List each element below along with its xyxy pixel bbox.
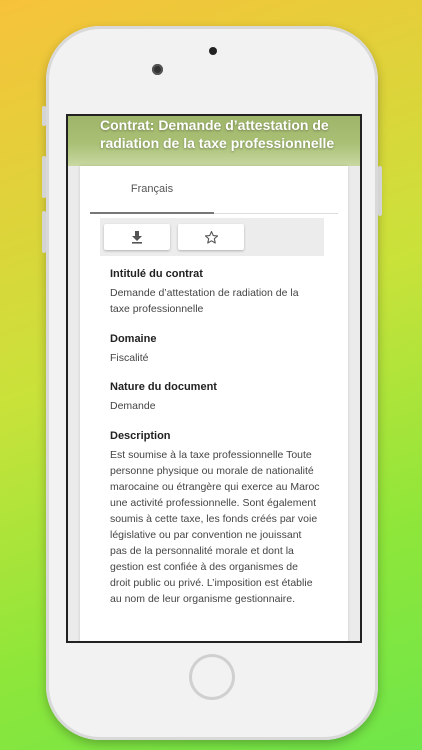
- action-bar: [100, 218, 324, 256]
- download-icon: [132, 231, 142, 244]
- home-button[interactable]: [189, 654, 235, 700]
- value-domaine: Fiscalité: [110, 352, 149, 364]
- favorite-button[interactable]: [178, 224, 244, 250]
- app-screen: Contrat: Demande d’attestation de radiat…: [66, 114, 362, 643]
- content-area: Français Intitulé du contrat Demande d’a…: [68, 166, 360, 641]
- value-intitule: Demande d’attestation de radiation de la…: [110, 287, 299, 315]
- power-button: [378, 166, 382, 216]
- tab-divider: [214, 213, 338, 214]
- label-description: Description: [110, 430, 171, 442]
- volume-up-button: [42, 156, 46, 198]
- mute-switch: [42, 106, 46, 126]
- front-camera: [152, 64, 163, 75]
- page-title: Contrat: Demande d’attestation de radiat…: [100, 117, 335, 151]
- app-header: Contrat: Demande d’attestation de radiat…: [68, 116, 360, 166]
- tab-francais[interactable]: Français: [90, 181, 214, 211]
- earpiece: [209, 47, 217, 55]
- volume-down-button: [42, 211, 46, 253]
- label-domaine: Domaine: [110, 333, 157, 345]
- label-nature: Nature du document: [110, 381, 217, 393]
- tab-indicator: [90, 212, 214, 214]
- phone-frame: Contrat: Demande d’attestation de radiat…: [42, 26, 382, 740]
- star-outline-icon: [204, 230, 218, 244]
- download-button[interactable]: [104, 224, 170, 250]
- value-nature: Demande: [110, 400, 156, 412]
- label-intitule: Intitulé du contrat: [110, 268, 203, 280]
- contract-card: Français Intitulé du contrat Demande d’a…: [80, 166, 348, 641]
- value-description: Est soumise à la taxe professionnelle To…: [110, 449, 320, 605]
